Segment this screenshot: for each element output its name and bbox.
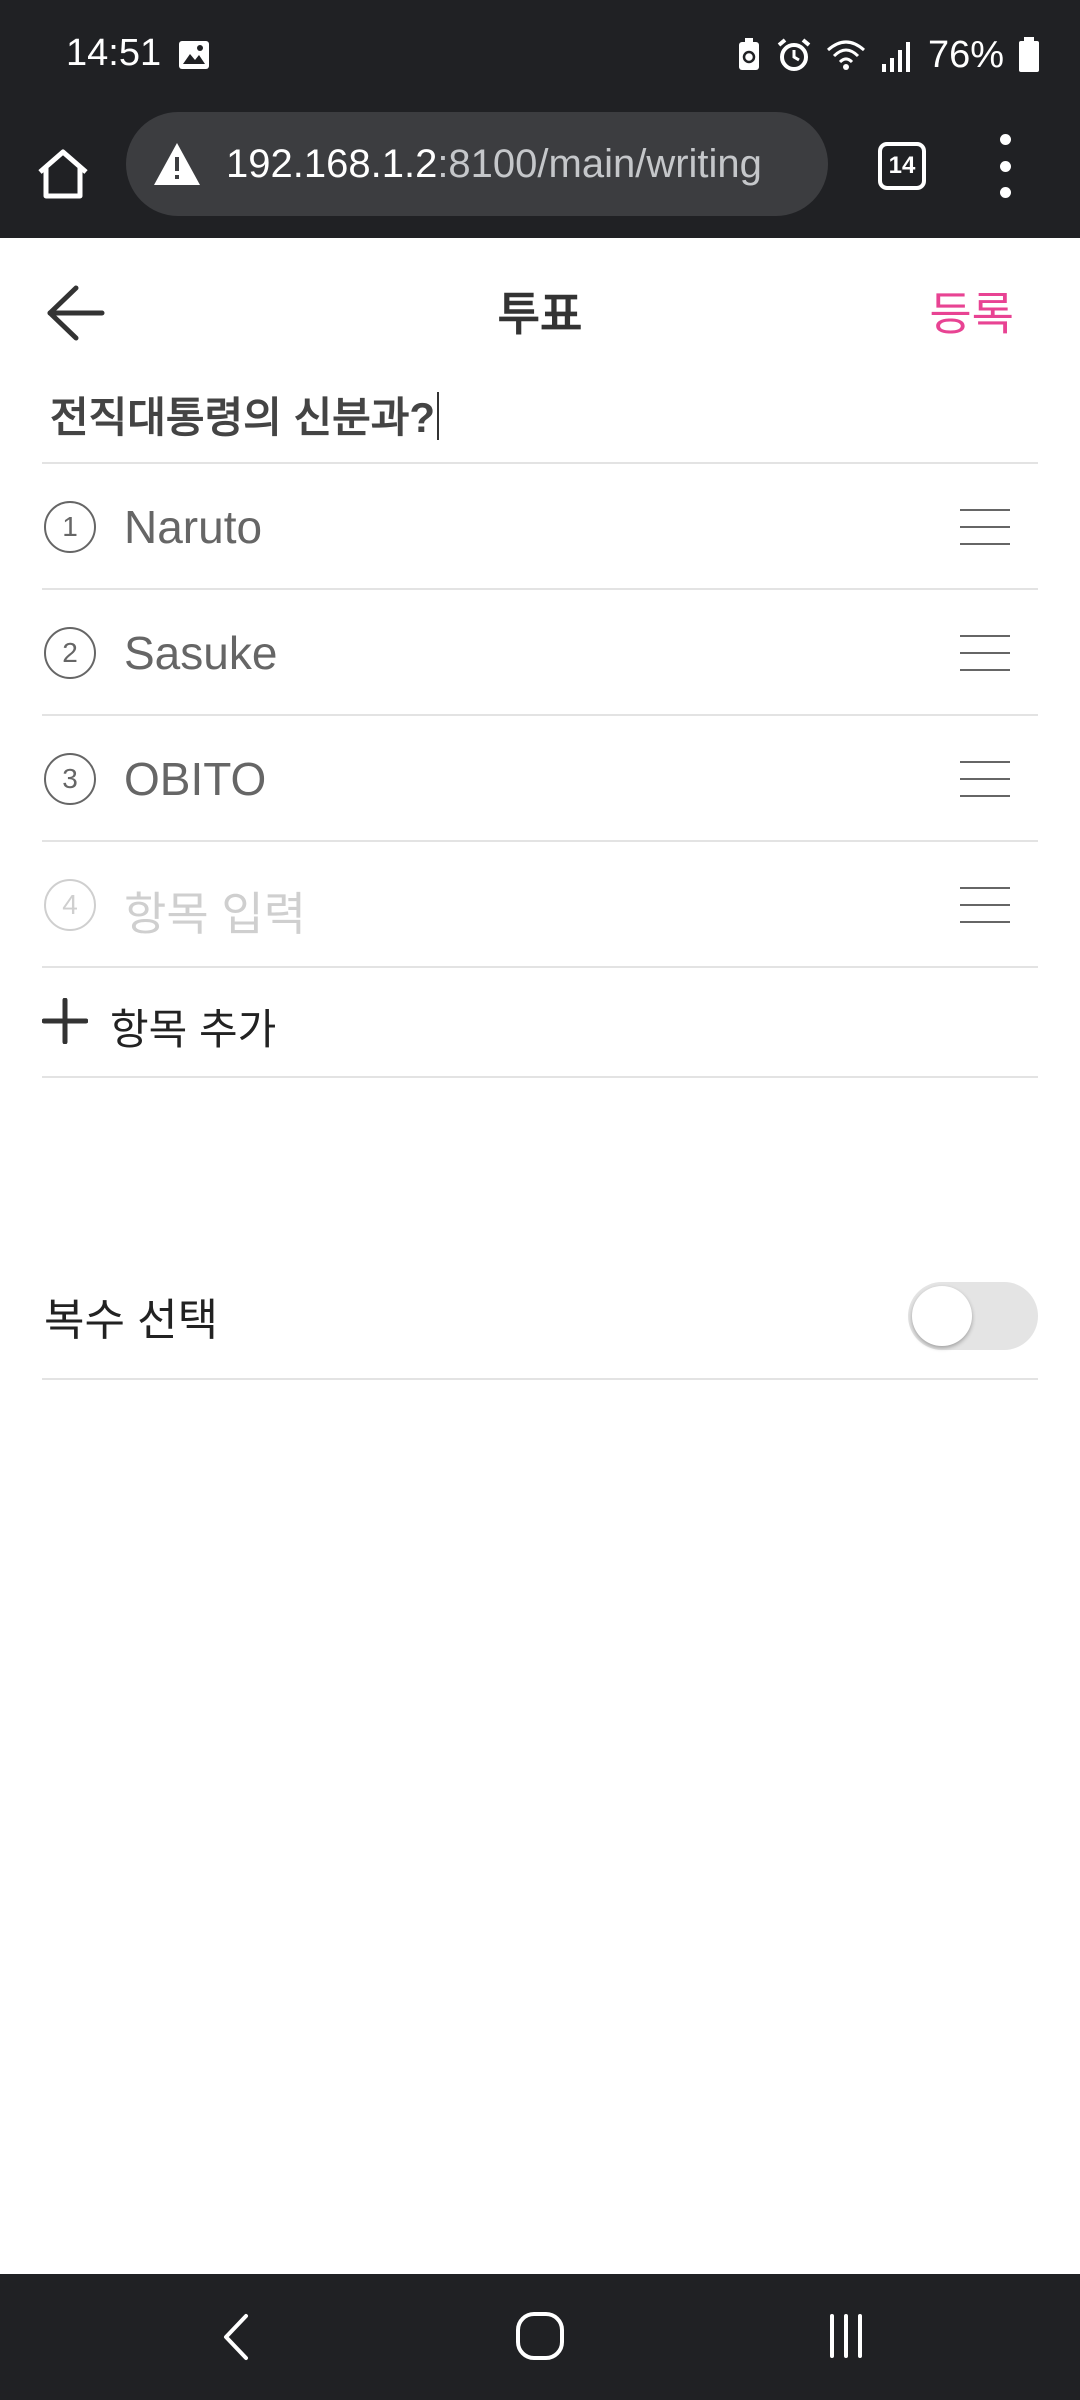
option-text-input[interactable]: Sasuke <box>124 626 277 680</box>
battery-saver-icon <box>738 38 759 70</box>
home-button[interactable] <box>34 134 92 214</box>
add-option-button[interactable]: 항목 추가 <box>42 968 1038 1078</box>
battery-percentage: 76% <box>927 33 1004 76</box>
multi-select-row: 복수 선택 <box>42 1252 1038 1380</box>
page-title: 투표 <box>497 288 583 340</box>
drag-handle-icon[interactable] <box>960 887 1010 923</box>
multi-select-toggle[interactable] <box>908 1282 1038 1350</box>
signal-icon <box>881 42 910 72</box>
register-button[interactable]: 등록 <box>929 278 1014 344</box>
option-text-input[interactable]: 항목 입력 <box>124 878 306 944</box>
option-text-input[interactable]: OBITO <box>124 752 266 806</box>
drag-handle-icon[interactable] <box>960 761 1010 797</box>
question-text[interactable]: 전직대통령의 신분과? <box>50 384 440 445</box>
tab-switcher-button[interactable]: 14 <box>878 142 926 190</box>
option-number-badge: 1 <box>44 501 96 553</box>
battery-icon <box>1019 37 1039 72</box>
option-text-input[interactable]: Naruto <box>124 500 262 554</box>
system-nav-bar <box>0 2274 1080 2400</box>
drag-handle-icon[interactable] <box>960 509 1010 545</box>
toggle-knob <box>912 1286 972 1346</box>
option-number-badge: 4 <box>44 879 96 931</box>
warning-icon[interactable] <box>152 141 202 187</box>
multi-select-label: 복수 선택 <box>44 1296 219 1345</box>
wifi-icon <box>826 40 865 70</box>
status-bar: 14:51 76% <box>0 0 1080 110</box>
status-icons: 76% <box>736 30 1040 80</box>
question-value: 전직대통령의 신분과? <box>50 394 436 441</box>
url-path: :8100/main/writing <box>437 141 762 186</box>
add-option-label: 항목 추가 <box>110 1006 277 1053</box>
poll-option-1[interactable]: 1 Naruto <box>42 464 1038 590</box>
text-cursor <box>437 392 440 440</box>
app-header: 투표 등록 <box>0 238 1080 378</box>
menu-dot <box>999 187 1011 198</box>
poll-option-2[interactable]: 2 Sasuke <box>42 590 1038 716</box>
more-menu-button[interactable] <box>990 134 1020 198</box>
drag-handle-icon[interactable] <box>960 635 1010 671</box>
nav-recent-apps-icon[interactable] <box>814 2306 878 2366</box>
url-host: 192.168.1.2 <box>226 141 438 186</box>
status-time: 14:51 <box>66 32 162 74</box>
browser-toolbar: 192.168.1.2:8100/main/writing 14 <box>0 110 1080 238</box>
address-bar[interactable]: 192.168.1.2:8100/main/writing <box>126 112 828 216</box>
home-icon <box>38 149 88 199</box>
poll-option-4[interactable]: 4 항목 입력 <box>42 842 1038 968</box>
option-number-badge: 3 <box>44 753 96 805</box>
poll-option-3[interactable]: 3 OBITO <box>42 716 1038 842</box>
plus-icon <box>42 998 88 1044</box>
nav-back-icon[interactable] <box>206 2302 266 2372</box>
menu-dot <box>999 134 1011 145</box>
image-icon <box>179 41 209 69</box>
nav-home-icon[interactable] <box>508 2304 572 2368</box>
url-text[interactable]: 192.168.1.2:8100/main/writing <box>226 142 762 187</box>
menu-dot <box>999 160 1011 172</box>
question-input[interactable]: 전직대통령의 신분과? <box>42 378 1038 464</box>
alarm-icon <box>777 38 811 71</box>
option-number-badge: 2 <box>44 627 96 679</box>
